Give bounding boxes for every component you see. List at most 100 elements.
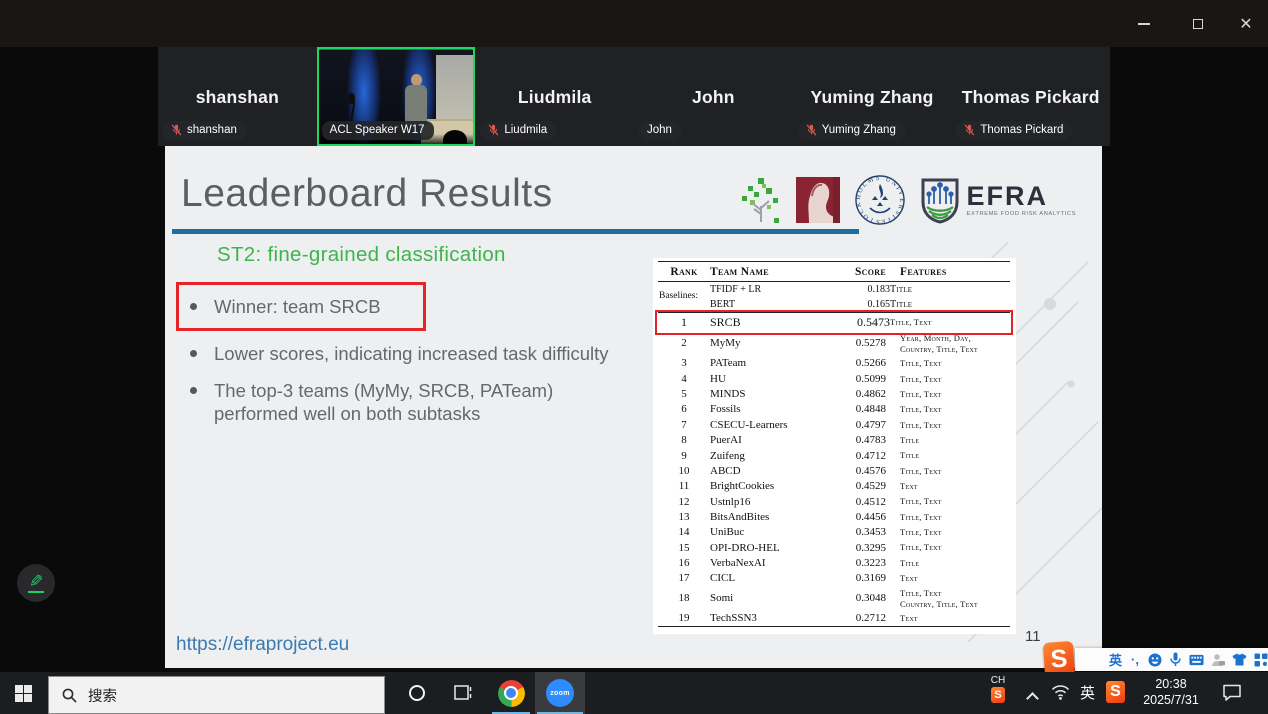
emoji-icon[interactable]: [1148, 652, 1162, 668]
zoom-taskbar-button[interactable]: zoom: [535, 672, 585, 714]
start-button[interactable]: [0, 672, 46, 714]
bullet-item: Winner: team SRCB: [176, 282, 426, 331]
cortana-icon: [409, 685, 425, 701]
chrome-taskbar-button[interactable]: [489, 672, 533, 714]
muted-mic-icon: [171, 124, 182, 136]
cell-features: Title, Text: [890, 464, 1010, 479]
action-center-icon[interactable]: [1222, 684, 1242, 701]
keyboard-icon[interactable]: [1189, 652, 1204, 668]
cell-team: MyMy: [710, 332, 828, 357]
participant-tile[interactable]: Liudmila Liudmila: [475, 47, 634, 146]
search-input[interactable]: 搜索: [48, 676, 385, 714]
cell-team: HU: [710, 372, 828, 387]
minimize-button[interactable]: [1122, 0, 1166, 47]
efra-wordmark: EFRA: [967, 183, 1076, 210]
window-titlebar: ✕: [0, 0, 1268, 47]
wifi-icon[interactable]: [1051, 685, 1070, 700]
name-label-text: ACL Speaker W17: [330, 124, 425, 136]
pixel-tree-logo: [740, 176, 782, 224]
cell-features: Title, Text: [890, 356, 1010, 371]
video-strip: shanshan shanshan ACL Speaker W17 Liudmi…: [158, 47, 1110, 146]
cell-features: Text: [890, 611, 1010, 627]
cell-features: Title, Text Country, Title, Text: [890, 586, 1010, 611]
table-row: 7 CSECU-Learners 0.4797 Title, Text: [658, 418, 1010, 433]
participant-tile[interactable]: shanshan shanshan: [158, 47, 317, 146]
ime-status-text: CH: [991, 675, 1005, 686]
header-team-name: Team Name: [710, 262, 828, 282]
project-url: https://efraproject.eu: [176, 634, 349, 656]
cell-features: Text: [890, 571, 1010, 586]
seal-text: STOCKHOLMS UNIVERSITET: [854, 174, 905, 225]
cell-team: MINDS: [710, 387, 828, 402]
annotate-button[interactable]: ✎: [17, 564, 55, 602]
table-row: 17 CICL 0.3169 Text: [658, 571, 1010, 586]
bullet-item: The top-3 teams (MyMy, SRCB, PATeam) per…: [190, 379, 640, 425]
table-row: 10 ABCD 0.4576 Title, Text: [658, 464, 1010, 479]
cell-score: 0.3295: [828, 540, 890, 555]
title-underline-bar: [172, 229, 859, 234]
cortana-button[interactable]: [396, 672, 438, 714]
table-row: 2 MyMy 0.5278 Year, Month, Day, Country,…: [658, 332, 1010, 357]
participant-tile[interactable]: Yuming Zhang Yuming Zhang: [793, 47, 952, 146]
cell-score: 0.2712: [828, 611, 890, 627]
cell-score: 0.5278: [828, 332, 890, 357]
cell-rank: 16: [658, 556, 710, 571]
name-label: shanshan: [163, 121, 246, 140]
cell-team: PATeam: [710, 356, 828, 371]
slide-subtitle: ST2: fine-grained classification: [217, 243, 506, 267]
cell-rank: 19: [658, 611, 710, 627]
screen: ✕ shanshan shanshan ACL Speaker W17: [0, 0, 1268, 714]
cell-team: PuerAI: [710, 433, 828, 448]
table-header-row: Rank Team Name Score Features: [658, 262, 1010, 282]
tray-clock[interactable]: 20:38 2025/7/31: [1133, 677, 1209, 708]
name-label-text: John: [647, 124, 672, 136]
cell-features: Title, Text: [890, 313, 1010, 332]
table-row: 5 MINDS 0.4862 Title, Text: [658, 387, 1010, 402]
bullet-dot: [190, 387, 197, 394]
participant-tile[interactable]: ACL Speaker W17: [317, 47, 476, 146]
cell-features: Title, Text: [890, 372, 1010, 387]
cell-team: Zuifeng: [710, 448, 828, 463]
table-row: 12 Ustnlp16 0.4512 Title, Text: [658, 494, 1010, 509]
sogou-tray-icon[interactable]: S: [1106, 681, 1125, 703]
ime-lang-button[interactable]: 英: [1109, 652, 1122, 668]
cell-team: VerbaNexAI: [710, 556, 828, 571]
cell-team: Ustnlp16: [710, 494, 828, 509]
cell-score: 0.4512: [828, 494, 890, 509]
punctuation-button[interactable]: ·,: [1129, 652, 1141, 668]
tray-ime-language[interactable]: 英: [1080, 682, 1095, 703]
toolbox-icon[interactable]: [1254, 652, 1268, 668]
stockholm-university-seal: STOCKHOLMS UNIVERSITET: [854, 174, 906, 226]
taskbar: 搜索 zoom CH S: [0, 672, 1268, 714]
cell-rank: 6: [658, 402, 710, 417]
participant-tile[interactable]: John John: [634, 47, 793, 146]
cell-rank: 1: [658, 313, 710, 332]
name-label: John: [639, 121, 681, 140]
participant-tile[interactable]: Thomas Pickard Thomas Pickard: [951, 47, 1110, 146]
cell-team: BitsAndBites: [710, 510, 828, 525]
cell-features: Title: [890, 448, 1010, 463]
participant-big-name: Liudmila: [475, 87, 634, 108]
speaker-silhouette: [405, 74, 427, 126]
table-row: 9 Zuifeng 0.4712 Title: [658, 448, 1010, 463]
member-icon[interactable]: [1211, 652, 1225, 668]
cell-features: Title, Text: [890, 525, 1010, 540]
cell-team: CICL: [710, 571, 828, 586]
task-view-button[interactable]: [442, 672, 484, 714]
name-label-text: Liudmila: [504, 124, 547, 136]
cell-features: Year, Month, Day, Country, Title, Text: [890, 332, 1010, 357]
tray-ime-status[interactable]: CH S: [983, 675, 1013, 703]
cell-score: 0.5099: [828, 372, 890, 387]
voice-input-icon[interactable]: [1169, 652, 1182, 668]
name-label: Yuming Zhang: [798, 121, 905, 140]
cell-rank: 17: [658, 571, 710, 586]
pencil-icon: ✎: [29, 573, 43, 590]
cell-features: Title, Text: [890, 494, 1010, 509]
slide-title: Leaderboard Results: [181, 172, 553, 216]
cell-team: ABCD: [710, 464, 828, 479]
restore-button[interactable]: [1176, 0, 1220, 47]
skin-icon[interactable]: [1232, 652, 1247, 668]
hidden-icons-chevron[interactable]: [1026, 692, 1039, 705]
close-button[interactable]: ✕: [1224, 0, 1268, 47]
tray-time: 20:38: [1133, 677, 1209, 693]
